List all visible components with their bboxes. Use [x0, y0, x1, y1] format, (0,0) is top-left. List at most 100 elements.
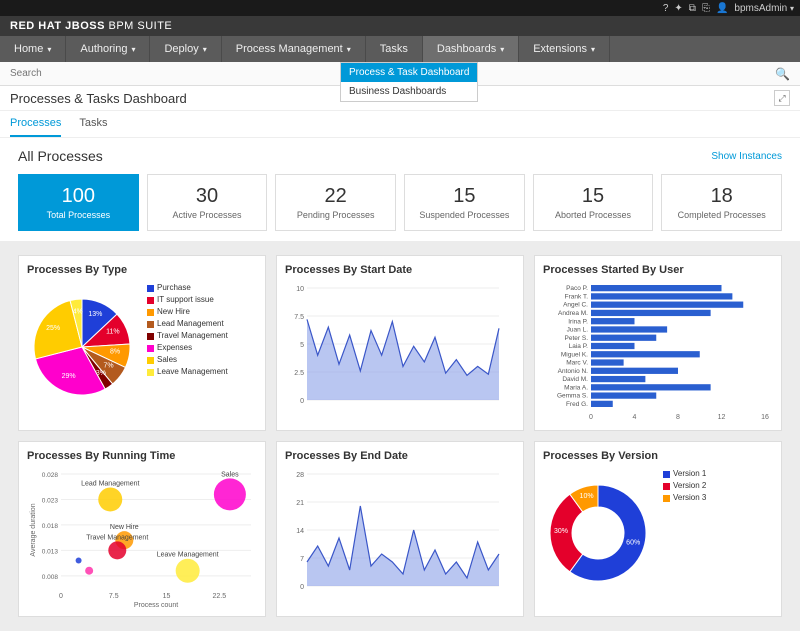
card-processes-by-user: Processes Started By User Paco P.Frank T…	[534, 255, 782, 431]
svg-text:12: 12	[718, 414, 726, 421]
kpi-completed-processes[interactable]: 18Completed Processes	[661, 174, 782, 231]
nav-authoring[interactable]: Authoring ▾	[66, 36, 150, 62]
brand-bar: RED HAT JBOSS BPM SUITE	[0, 16, 800, 36]
svg-text:Juan L.: Juan L.	[567, 327, 589, 334]
svg-text:4: 4	[633, 414, 637, 421]
svg-text:Angel C.: Angel C.	[563, 302, 588, 309]
svg-text:Maria A.: Maria A.	[564, 384, 588, 391]
tab-processes[interactable]: Processes	[10, 117, 61, 137]
card-processes-by-running-time: Processes By Running Time 0.008 0.013 0.01…	[18, 441, 266, 617]
dashboards-dropdown: Process & Task DashboardBusiness Dashboa…	[340, 62, 478, 102]
svg-text:7: 7	[300, 556, 304, 563]
svg-text:5: 5	[300, 342, 304, 349]
svg-text:0: 0	[59, 593, 63, 600]
card-title: Processes By Type	[27, 264, 257, 276]
svg-text:Average duration: Average duration	[30, 503, 37, 556]
svg-text:11%: 11%	[106, 329, 120, 336]
svg-text:0.018: 0.018	[42, 523, 59, 530]
card-title: Processes By Version	[543, 450, 773, 462]
search-icon[interactable]: 🔍	[775, 67, 790, 81]
svg-text:0: 0	[300, 584, 304, 591]
svg-text:13%: 13%	[88, 311, 102, 318]
svg-text:New Hire: New Hire	[110, 524, 139, 531]
svg-text:8: 8	[676, 414, 680, 421]
kpi-suspended-processes[interactable]: 15Suspended Processes	[404, 174, 525, 231]
card-processes-by-end-date: Processes By End Date 0 7 14 21 28	[276, 441, 524, 617]
svg-text:0.008: 0.008	[42, 574, 59, 581]
svg-text:Laia P.: Laia P.	[569, 343, 589, 350]
svg-text:Antonio N.: Antonio N.	[558, 368, 589, 375]
svg-text:0.028: 0.028	[42, 472, 59, 479]
svg-text:Lead Management: Lead Management	[81, 480, 139, 487]
card-title: Processes Started By User	[543, 264, 773, 276]
svg-text:15: 15	[163, 593, 171, 600]
svg-text:Miguel K.: Miguel K.	[561, 351, 588, 358]
svg-text:29%: 29%	[62, 373, 76, 380]
svg-text:Marc V.: Marc V.	[566, 360, 588, 367]
svg-text:8%: 8%	[110, 348, 120, 355]
svg-text:Peter S.: Peter S.	[565, 335, 589, 342]
card-processes-by-version: Processes By Version 60%30%10%Version 1V…	[534, 441, 782, 617]
dropdown-item[interactable]: Business Dashboards	[341, 82, 477, 101]
card-processes-by-start-date: Processes By Start Date 0 2.5 5 7.5 10	[276, 255, 524, 431]
svg-text:28: 28	[296, 472, 304, 479]
card-processes-by-type: Processes By Type 13%11%8%7%3%29%25%4%Pu…	[18, 255, 266, 431]
svg-text:Andrea M.: Andrea M.	[558, 310, 588, 317]
svg-text:21: 21	[296, 500, 304, 507]
expand-button[interactable]: ⤢	[774, 90, 790, 106]
page-title: Processes & Tasks Dashboard	[10, 91, 187, 106]
svg-text:7%: 7%	[103, 363, 113, 370]
tab-tasks[interactable]: Tasks	[79, 117, 107, 137]
svg-text:Sales: Sales	[221, 471, 239, 478]
nav-tasks[interactable]: Tasks	[366, 36, 423, 62]
svg-text:30%: 30%	[554, 528, 568, 535]
show-instances-link[interactable]: Show Instances	[711, 151, 782, 162]
svg-text:Process count: Process count	[134, 602, 178, 609]
svg-text:7.5: 7.5	[294, 314, 304, 321]
svg-text:7.5: 7.5	[109, 593, 119, 600]
svg-text:Gemma S.: Gemma S.	[557, 393, 588, 400]
user-icon: 👤	[716, 3, 728, 14]
svg-text:0.013: 0.013	[42, 548, 59, 555]
help-icon[interactable]: ?	[663, 3, 669, 14]
user-menu[interactable]: bpmsAdmin ▾	[734, 3, 794, 14]
tab-icon[interactable]: ⎘	[702, 3, 710, 14]
section-title: All Processes	[18, 148, 103, 164]
main-nav: Home ▾Authoring ▾Deploy ▾Process Managem…	[0, 36, 800, 62]
svg-text:Frank T.: Frank T.	[565, 293, 589, 300]
card-title: Processes By End Date	[285, 450, 515, 462]
svg-text:Leave Management: Leave Management	[157, 552, 219, 559]
nav-home[interactable]: Home ▾	[0, 36, 66, 62]
apps-icon[interactable]: ⧉	[689, 3, 696, 14]
svg-text:10%: 10%	[580, 493, 594, 500]
svg-text:10: 10	[296, 286, 304, 293]
kpi-aborted-processes[interactable]: 15Aborted Processes	[533, 174, 654, 231]
dropdown-item[interactable]: Process & Task Dashboard	[341, 63, 477, 82]
card-title: Processes By Start Date	[285, 264, 515, 276]
kpi-pending-processes[interactable]: 22Pending Processes	[275, 174, 396, 231]
nav-deploy[interactable]: Deploy ▾	[150, 36, 221, 62]
svg-text:0: 0	[300, 398, 304, 405]
svg-text:0.023: 0.023	[42, 497, 59, 504]
card-title: Processes By Running Time	[27, 450, 257, 462]
svg-text:0: 0	[589, 414, 593, 421]
svg-text:Paco P.: Paco P.	[566, 285, 588, 292]
svg-text:Travel Management: Travel Management	[86, 534, 148, 541]
svg-text:Irina P.: Irina P.	[568, 318, 588, 325]
svg-text:25%: 25%	[46, 325, 60, 332]
svg-text:4%: 4%	[73, 309, 83, 316]
svg-text:22.5: 22.5	[213, 593, 227, 600]
tabs: Processes Tasks	[0, 111, 800, 138]
svg-text:2.5: 2.5	[294, 370, 304, 377]
svg-text:Fred G.: Fred G.	[566, 401, 588, 408]
svg-text:14: 14	[296, 528, 304, 535]
kpi-active-processes[interactable]: 30Active Processes	[147, 174, 268, 231]
nav-process-management[interactable]: Process Management ▾	[222, 36, 366, 62]
svg-text:16: 16	[761, 414, 769, 421]
svg-text:David M.: David M.	[562, 376, 588, 383]
kpi-row: 100Total Processes30Active Processes22Pe…	[0, 174, 800, 231]
kpi-total-processes[interactable]: 100Total Processes	[18, 174, 139, 231]
settings-icon[interactable]: ✦	[674, 3, 682, 14]
nav-dashboards[interactable]: Dashboards ▾	[423, 36, 519, 62]
nav-extensions[interactable]: Extensions ▾	[519, 36, 610, 62]
